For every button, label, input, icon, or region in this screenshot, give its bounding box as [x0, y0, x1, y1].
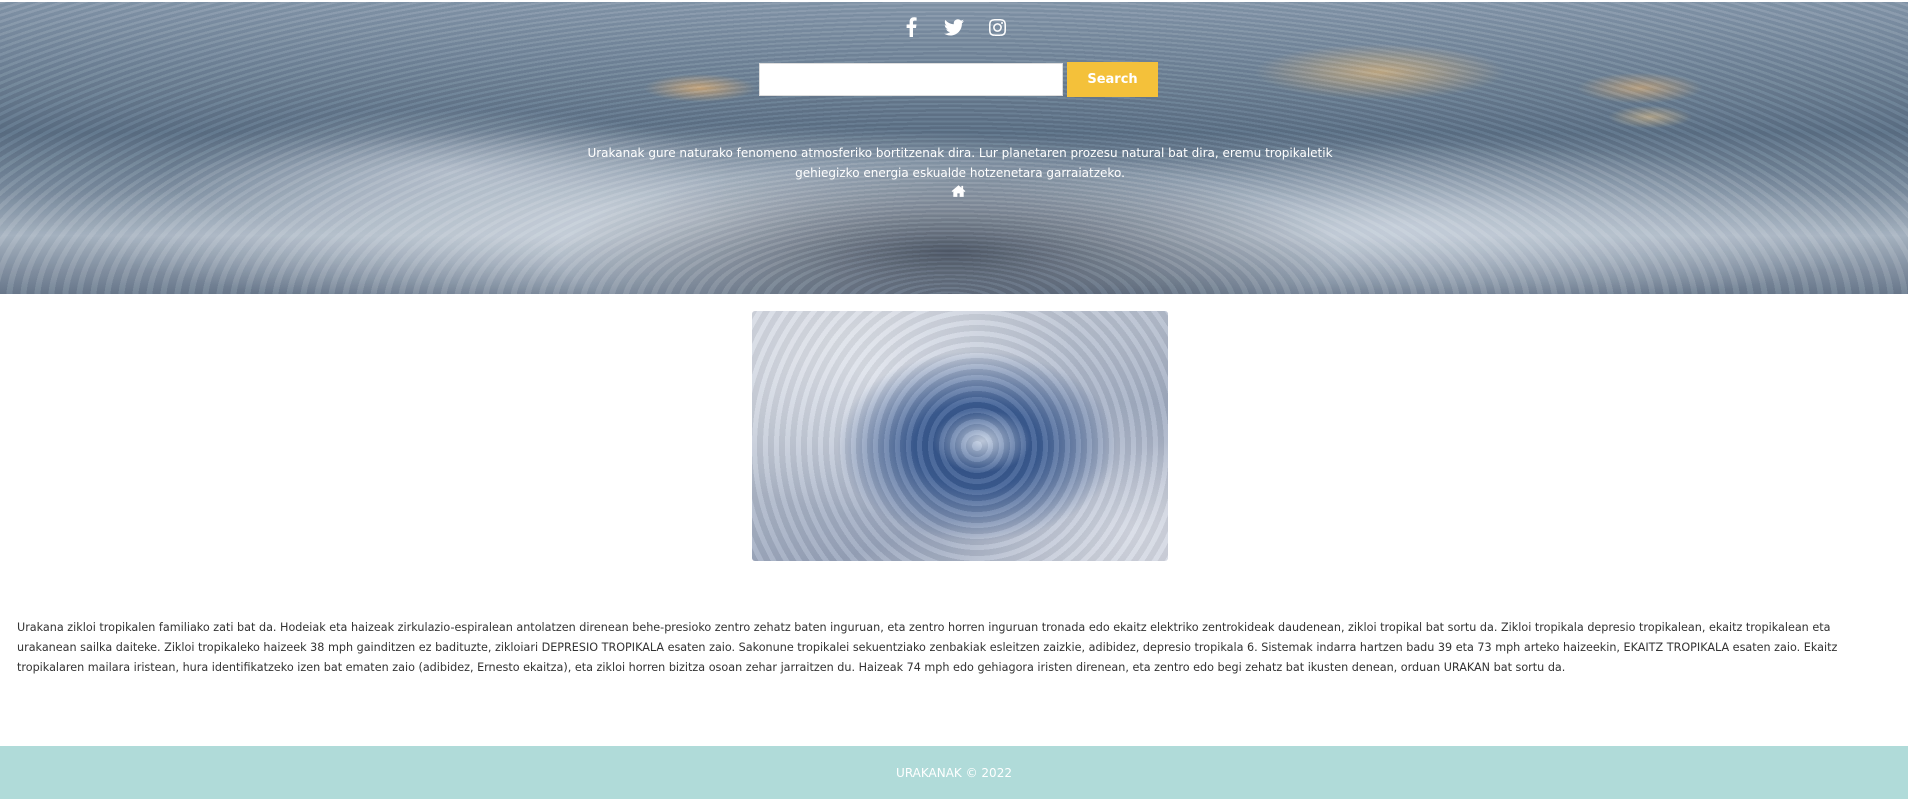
search-input[interactable] — [759, 63, 1063, 96]
search-form: Search — [759, 62, 1158, 97]
intro-text: Urakanak gure naturako fenomeno atmosfer… — [587, 146, 1333, 180]
instagram-icon — [988, 18, 1006, 36]
hero-banner: Search Urakanak gure naturako fenomeno a… — [0, 2, 1908, 294]
instagram-link[interactable] — [987, 16, 1007, 38]
social-links — [0, 16, 1908, 38]
article-text: Urakana zikloi tropikalen familiako zati… — [17, 621, 1838, 674]
facebook-link[interactable] — [901, 16, 921, 38]
footer: URAKANAK © 2022 — [0, 746, 1908, 799]
search-button[interactable]: Search — [1067, 62, 1158, 97]
hurricane-eye-image — [752, 311, 1168, 561]
twitter-icon — [944, 18, 964, 35]
footer-copyright: URAKANAK © 2022 — [896, 765, 1012, 780]
twitter-link[interactable] — [944, 16, 964, 38]
facebook-icon — [906, 17, 917, 37]
home-icon — [951, 185, 966, 197]
page: Search Urakanak gure naturako fenomeno a… — [0, 0, 1908, 799]
home-link[interactable] — [951, 184, 966, 197]
